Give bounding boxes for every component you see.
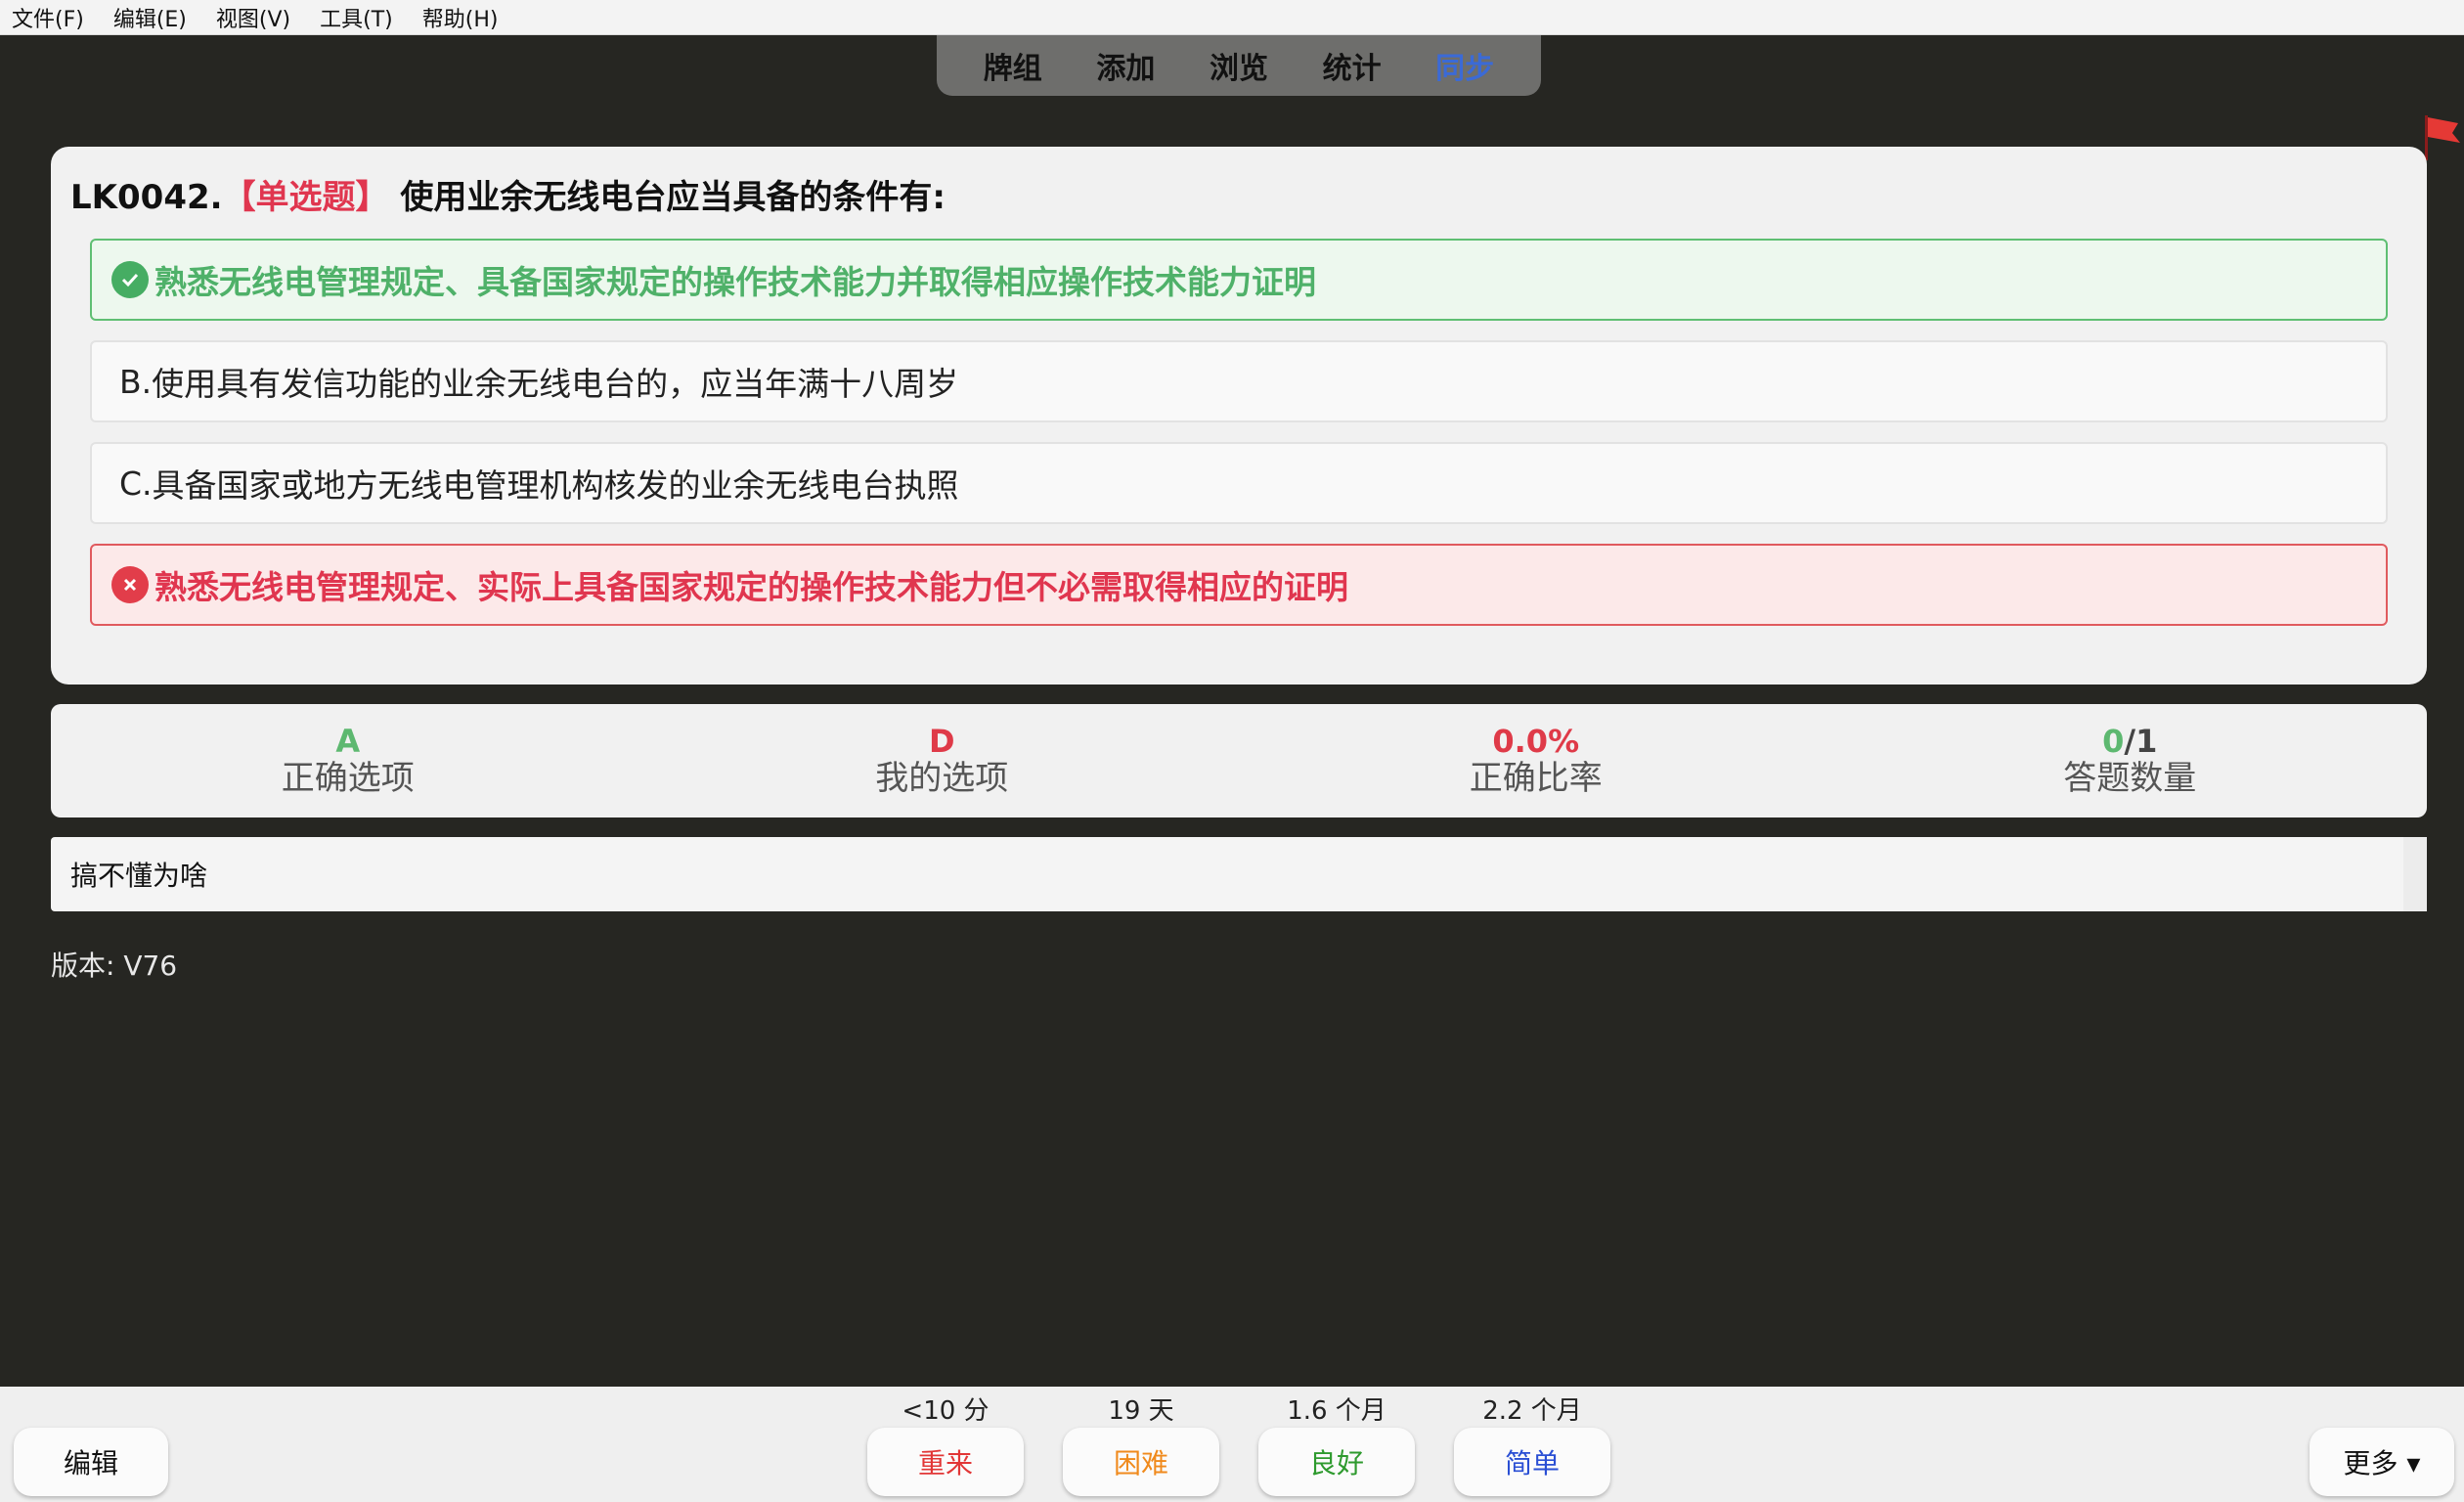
again-button[interactable]: 重来 <box>867 1428 1024 1496</box>
menu-file[interactable]: 文件(F) <box>12 2 84 33</box>
interval-easy: 2.2 个月 <box>1482 1396 1582 1426</box>
correct-option-label: 正确选项 <box>281 759 415 798</box>
top-nav: 牌组 添加 浏览 统计 同步 <box>937 35 1541 96</box>
my-option-label: 我的选项 <box>875 759 1009 798</box>
option-b[interactable]: B. 使用具有发信功能的业余无线电台的，应当年满十八周岁 <box>90 340 2388 422</box>
option-a-text: 熟悉无线电管理规定、具备国家规定的操作技术能力并取得相应操作技术能力证明 <box>154 263 1316 301</box>
menu-view[interactable]: 视图(V) <box>216 2 290 33</box>
option-c-text: 具备国家或地方无线电管理机构核发的业余无线电台执照 <box>152 466 959 505</box>
stat-my-option: D 我的选项 <box>645 704 1240 817</box>
accuracy-label: 正确比率 <box>1469 759 1603 798</box>
answered-value: 0/1 <box>2102 724 2157 759</box>
question-card: LK0042.【单选题】 使用业余无线电台应当具备的条件有: 熟悉无线电管理规定… <box>51 147 2427 685</box>
menu-help[interactable]: 帮助(H) <box>422 2 499 33</box>
nav-browse[interactable]: 浏览 <box>1210 44 1268 87</box>
interval-hard: 19 天 <box>1108 1396 1174 1426</box>
option-b-text: 使用具有发信功能的业余无线电台的，应当年满十八周岁 <box>152 365 959 403</box>
notes-text: 搞不懂为啥 <box>70 860 208 892</box>
nav-sync[interactable]: 同步 <box>1435 44 1494 87</box>
option-c[interactable]: C. 具备国家或地方无线电管理机构核发的业余无线电台执照 <box>90 442 2388 524</box>
nav-decks[interactable]: 牌组 <box>984 44 1042 87</box>
version-label: 版本: V76 <box>51 950 178 982</box>
question-text: 使用业余无线电台应当具备的条件有: <box>400 178 946 217</box>
stat-accuracy: 0.0% 正确比率 <box>1239 704 1833 817</box>
answered-correct: 0 <box>2102 723 2125 760</box>
flag-icon[interactable] <box>2423 113 2462 162</box>
correct-option-value: A <box>335 723 361 760</box>
option-b-label: B. <box>119 362 153 401</box>
answered-total: 1 <box>2135 723 2158 760</box>
notes-scrollbar[interactable] <box>2403 837 2427 911</box>
edit-button[interactable]: 编辑 <box>14 1428 168 1496</box>
cross-icon <box>111 566 149 603</box>
menu-edit[interactable]: 编辑(E) <box>113 2 187 33</box>
question-title: LK0042.【单选题】 使用业余无线电台应当具备的条件有: <box>70 170 946 218</box>
option-d[interactable]: 熟悉无线电管理规定、实际上具备国家规定的操作技术能力但不必需取得相应的证明 <box>90 544 2388 626</box>
nav-stats[interactable]: 统计 <box>1323 44 1382 87</box>
more-button[interactable]: 更多 ▾ <box>2310 1428 2454 1496</box>
option-d-text: 熟悉无线电管理规定、实际上具备国家规定的操作技术能力但不必需取得相应的证明 <box>154 568 1348 606</box>
answer-stats: A 正确选项 D 我的选项 0.0% 正确比率 0/1 答题数量 <box>51 704 2427 817</box>
answered-label: 答题数量 <box>2063 759 2197 798</box>
question-id: LK0042. <box>70 178 223 217</box>
question-type: 【单选题】 <box>222 178 389 217</box>
notes-field[interactable]: 搞不懂为啥 <box>51 837 2427 911</box>
stat-answered: 0/1 答题数量 <box>1833 704 2428 817</box>
easy-button[interactable]: 简单 <box>1454 1428 1610 1496</box>
option-c-label: C. <box>119 464 153 503</box>
bottom-bar <box>0 1387 2464 1502</box>
interval-good: 1.6 个月 <box>1287 1396 1386 1426</box>
stat-correct-option: A 正确选项 <box>51 704 645 817</box>
interval-again: <10 分 <box>902 1396 990 1426</box>
accuracy-value: 0.0% <box>1492 723 1580 760</box>
menu-tools[interactable]: 工具(T) <box>320 2 393 33</box>
good-button[interactable]: 良好 <box>1258 1428 1415 1496</box>
answered-slash: / <box>2124 723 2136 760</box>
nav-add[interactable]: 添加 <box>1096 44 1155 87</box>
check-icon <box>111 261 149 298</box>
my-option-value: D <box>928 723 955 760</box>
menu-bar: 文件(F) 编辑(E) 视图(V) 工具(T) 帮助(H) <box>0 0 2464 35</box>
hard-button[interactable]: 困难 <box>1063 1428 1219 1496</box>
option-a[interactable]: 熟悉无线电管理规定、具备国家规定的操作技术能力并取得相应操作技术能力证明 <box>90 239 2388 321</box>
